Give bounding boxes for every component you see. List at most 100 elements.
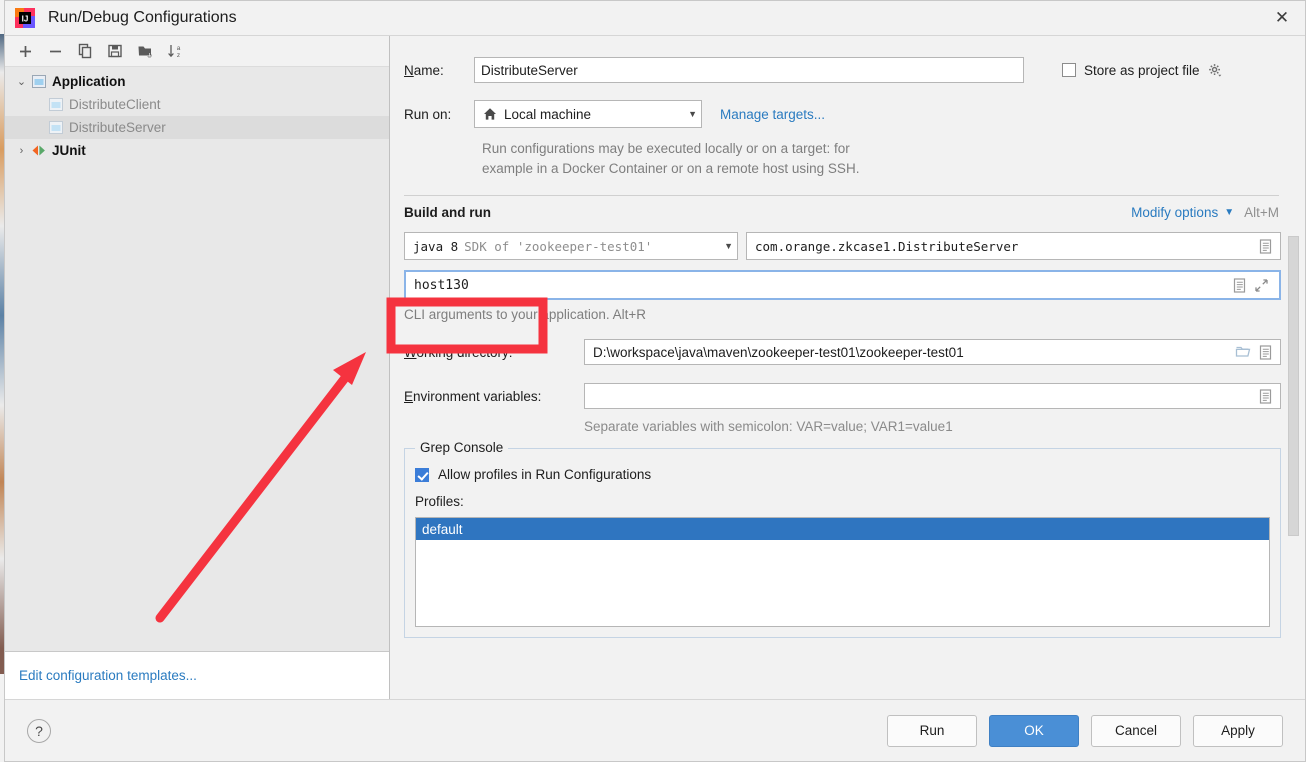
working-directory-label: Working directory: [404, 344, 513, 360]
add-configuration-button[interactable] [11, 38, 39, 64]
cancel-button[interactable]: Cancel [1091, 714, 1181, 747]
modify-options-link[interactable]: Modify options [1131, 205, 1218, 220]
manage-targets-link[interactable]: Manage targets... [720, 107, 825, 122]
build-and-run-title: Build and run [404, 205, 491, 220]
cli-arguments-hint: CLI arguments to your application. Alt+R [404, 307, 647, 322]
home-icon [483, 107, 497, 121]
main-class-value: com.orange.zkcase1.DistributeServer [755, 238, 1019, 254]
configurations-sidebar: a z ⌄ Application DistributeClient Distr… [5, 36, 390, 699]
run-on-dropdown[interactable]: Local machine ▼ [474, 100, 702, 128]
grep-console-group: Grep Console Allow profiles in Run Confi… [404, 440, 1281, 638]
intellij-idea-logo-icon: IJ [14, 7, 36, 29]
profiles-list[interactable]: default [415, 517, 1270, 627]
dialog-footer: ? Run OK Cancel Apply [5, 699, 1305, 761]
sdk-and-main-class-row: java 8 SDK of 'zookeeper-test01' ▼ com.o… [402, 232, 1281, 260]
cli-arguments-field[interactable]: host130 [404, 270, 1281, 300]
application-icon [47, 120, 64, 136]
name-label: Name: [404, 62, 444, 78]
store-as-project-file-checkbox[interactable] [1062, 63, 1076, 77]
sdk-suffix: SDK of 'zookeeper-test01' [464, 238, 653, 254]
configuration-details-panel: Name: DistributeServer Store as project … [390, 36, 1305, 699]
help-button[interactable]: ? [27, 718, 51, 743]
working-directory-input[interactable]: D:\workspace\java\maven\zookeeper-test01… [584, 339, 1281, 365]
scrollbar-thumb[interactable] [1288, 236, 1299, 536]
apply-button[interactable]: Apply [1193, 714, 1283, 747]
chevron-right-icon[interactable]: › [13, 145, 30, 157]
allow-profiles-row: Allow profiles in Run Configurations [415, 467, 1270, 482]
tree-item-application[interactable]: ⌄ Application [5, 70, 389, 93]
chevron-down-icon[interactable]: ▼ [716, 241, 733, 251]
run-on-hint-line2: example in a Docker Container or on a re… [482, 161, 860, 176]
working-directory-value: D:\workspace\java\maven\zookeeper-test01… [593, 344, 964, 360]
dialog-titlebar: IJ Run/Debug Configurations ✕ [5, 1, 1305, 36]
store-as-project-file-group: Store as project file [1062, 63, 1223, 78]
close-icon[interactable]: ✕ [1259, 1, 1305, 35]
content-scrollbar[interactable] [1288, 236, 1299, 536]
remove-configuration-button[interactable] [41, 38, 69, 64]
store-as-project-file-label: Store as project file [1084, 62, 1200, 78]
environment-variables-input[interactable] [584, 383, 1281, 409]
expand-list-icon[interactable] [1229, 277, 1250, 293]
run-button[interactable]: Run [887, 714, 977, 747]
working-directory-row: Working directory: D:\workspace\java\mav… [402, 339, 1281, 365]
environment-variables-label: Environment variables: [404, 388, 542, 404]
run-debug-configurations-dialog: IJ Run/Debug Configurations ✕ a z ⌄ Appl… [4, 0, 1306, 762]
sdk-value: java 8 [413, 238, 459, 254]
allow-profiles-checkbox[interactable] [415, 467, 429, 482]
tree-item-label: DistributeClient [69, 97, 161, 112]
build-and-run-header: Build and run Modify options ▼ Alt+M [402, 205, 1281, 220]
name-input[interactable]: DistributeServer [474, 57, 1024, 83]
svg-text:z: z [176, 52, 179, 59]
tree-item-distributeclient[interactable]: DistributeClient [5, 93, 389, 116]
sort-configurations-button[interactable]: a z [161, 38, 189, 64]
run-on-row: Run on: Local machine ▼ Manage targets..… [402, 100, 1281, 128]
tree-item-junit[interactable]: › JUnit [5, 139, 389, 162]
tree-item-label: Application [52, 74, 126, 89]
svg-text:a: a [176, 45, 180, 52]
allow-profiles-label: Allow profiles in Run Configurations [438, 467, 652, 482]
cli-arguments-value: host130 [414, 277, 469, 293]
svg-text:IJ: IJ [22, 15, 29, 24]
tree-item-distributeserver[interactable]: DistributeServer [5, 116, 389, 139]
application-icon [30, 74, 47, 90]
profile-list-item[interactable]: default [416, 518, 1269, 540]
new-folder-button[interactable] [131, 38, 159, 64]
copy-configuration-button[interactable] [71, 38, 99, 64]
run-on-hint-line1: Run configurations may be executed local… [482, 141, 850, 156]
grep-console-legend: Grep Console [415, 440, 509, 455]
dialog-buttons: Run OK Cancel Apply [887, 714, 1283, 747]
environment-variables-row: Environment variables: [402, 383, 1281, 409]
cli-arguments-row: host130 [402, 270, 1281, 300]
chevron-down-icon[interactable]: ⌄ [13, 75, 30, 88]
name-row: Name: DistributeServer Store as project … [402, 57, 1281, 83]
edit-configuration-templates-link[interactable]: Edit configuration templates... [19, 668, 197, 683]
expand-editor-icon[interactable] [1250, 278, 1273, 293]
application-icon [47, 97, 64, 113]
profiles-label: Profiles: [415, 494, 464, 509]
chevron-down-icon[interactable]: ▼ [1224, 207, 1234, 218]
expand-list-icon[interactable] [1255, 238, 1276, 254]
section-divider [404, 195, 1279, 196]
save-configuration-button[interactable] [101, 38, 129, 64]
ok-button[interactable]: OK [989, 714, 1079, 747]
expand-list-icon[interactable] [1255, 388, 1276, 404]
configurations-tree[interactable]: ⌄ Application DistributeClient Distribut… [5, 67, 389, 651]
junit-icon [30, 143, 47, 159]
sdk-dropdown[interactable]: java 8 SDK of 'zookeeper-test01' ▼ [404, 232, 738, 260]
modify-options-group: Modify options ▼ Alt+M [1131, 205, 1279, 220]
modify-options-shortcut: Alt+M [1244, 205, 1279, 220]
folder-browse-icon[interactable] [1231, 345, 1255, 359]
environment-variables-hint: Separate variables with semicolon: VAR=v… [584, 419, 953, 434]
sidebar-footer: Edit configuration templates... [5, 651, 389, 699]
expand-list-icon[interactable] [1255, 344, 1276, 360]
main-class-input[interactable]: com.orange.zkcase1.DistributeServer [746, 232, 1281, 260]
tree-item-label: DistributeServer [69, 120, 166, 135]
dialog-title: Run/Debug Configurations [48, 9, 237, 26]
configuration-form: Name: DistributeServer Store as project … [390, 36, 1305, 699]
gear-dropdown-icon[interactable] [1208, 63, 1223, 78]
run-on-value: Local machine [504, 106, 592, 122]
run-on-hint: Run configurations may be executed local… [482, 139, 1002, 179]
tree-item-label: JUnit [52, 143, 86, 158]
dialog-body: a z ⌄ Application DistributeClient Distr… [5, 36, 1305, 699]
chevron-down-icon[interactable]: ▼ [676, 109, 697, 119]
